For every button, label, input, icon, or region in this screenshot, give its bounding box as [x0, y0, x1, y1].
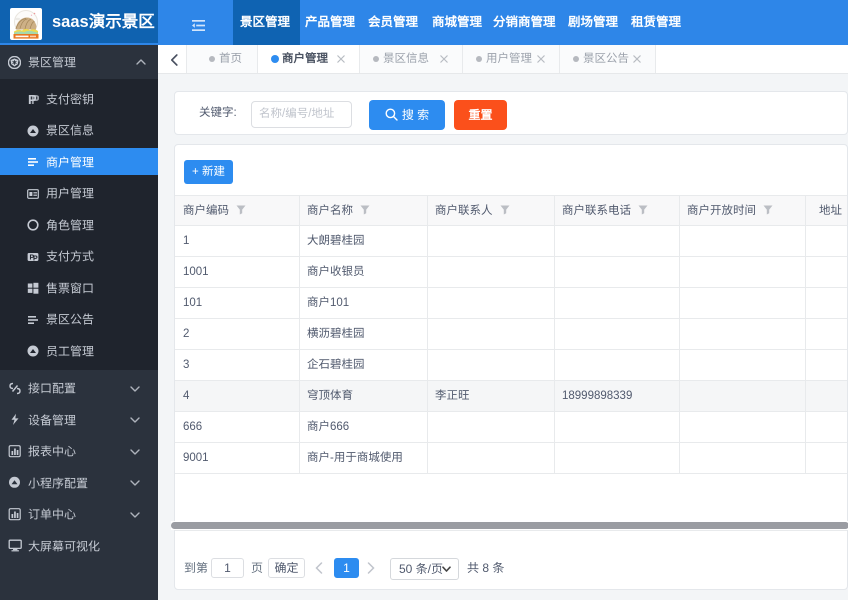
svg-text:P: P: [31, 93, 39, 105]
svg-text:P: P: [33, 255, 38, 262]
